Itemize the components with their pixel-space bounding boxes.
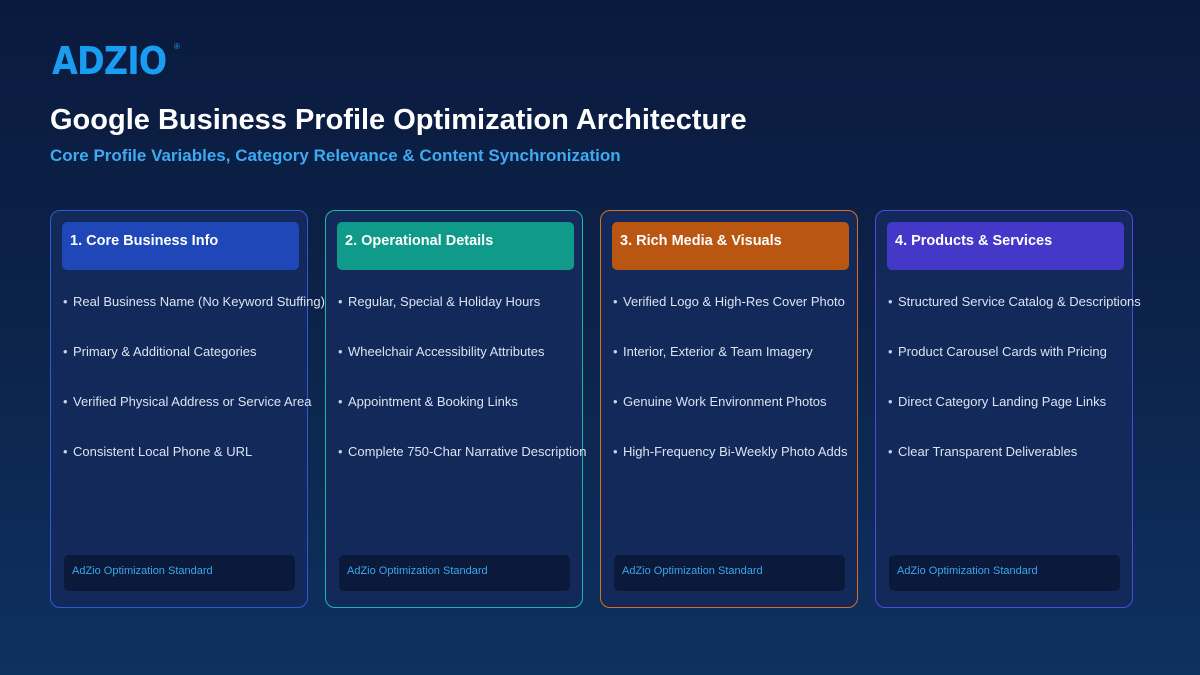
bullet-icon: • (888, 394, 893, 409)
logo-wordmark: ADZIO (52, 39, 167, 83)
adzio-logo: ADZIO ® (52, 40, 180, 82)
list-item-text: Interior, Exterior & Team Imagery (623, 344, 813, 359)
list-item-text: Clear Transparent Deliverables (898, 444, 1078, 459)
bullet-icon: • (888, 294, 893, 309)
bullet-icon: • (613, 294, 618, 309)
list-item-text: Complete 750-Char Narrative Description (348, 444, 587, 459)
list-item: • Complete 750-Char Narrative Description (338, 441, 638, 491)
list-item: • Verified Logo & High-Res Cover Photo (613, 291, 913, 341)
list-item-text: High-Frequency Bi-Weekly Photo Adds (623, 444, 848, 459)
card-operational-details: 2. Operational Details • Regular, Special… (325, 210, 586, 608)
list-item-text: Appointment & Booking Links (348, 394, 518, 409)
card-footer: AdZio Optimization Standard (339, 555, 570, 591)
bullet-icon: • (63, 294, 68, 309)
list-item: • Regular, Special & Holiday Hours (338, 291, 638, 341)
card-header: 1. Core Business Info (62, 222, 299, 270)
page-subtitle: Core Profile Variables, Category Relevan… (50, 146, 621, 165)
list-item: • Structured Service Catalog & Descriptio… (888, 291, 1188, 341)
bullet-icon: • (338, 394, 343, 409)
bullet-icon: • (888, 344, 893, 359)
page-title: Google Business Profile Optimization Arc… (50, 104, 747, 136)
list-item: • Real Business Name (No Keyword Stuffing… (63, 291, 363, 341)
list-item-text: Structured Service Catalog & Description… (898, 294, 1141, 309)
list-item: • Direct Category Landing Page Links (888, 391, 1188, 441)
card-item-list: • Verified Logo & High-Res Cover Photo • I… (613, 291, 913, 491)
card-item-list: • Structured Service Catalog & Descriptio… (888, 291, 1188, 491)
list-item: • Product Carousel Cards with Pricing (888, 341, 1188, 391)
list-item: • Appointment & Booking Links (338, 391, 638, 441)
list-item-text: Genuine Work Environment Photos (623, 394, 827, 409)
list-item-text: Verified Physical Address or Service Are… (73, 394, 312, 409)
bullet-icon: • (338, 294, 343, 309)
list-item: • Clear Transparent Deliverables (888, 441, 1188, 491)
registered-mark: ® (173, 42, 180, 51)
list-item-text: Product Carousel Cards with Pricing (898, 344, 1107, 359)
list-item: • Verified Physical Address or Service Ar… (63, 391, 363, 441)
card-products-services: 4. Products & Services • Structured Servi… (875, 210, 1141, 608)
list-item-text: Regular, Special & Holiday Hours (348, 294, 541, 309)
bullet-icon: • (63, 394, 68, 409)
card-rich-media-visuals: 3. Rich Media & Visuals • Verified Logo &… (600, 210, 858, 608)
bullet-icon: • (338, 444, 343, 459)
list-item-text: Consistent Local Phone & URL (73, 444, 253, 459)
list-item: • Genuine Work Environment Photos (613, 391, 913, 441)
list-item: • Wheelchair Accessibility Attributes (338, 341, 638, 391)
card-footer: AdZio Optimization Standard (889, 555, 1120, 591)
bullet-icon: • (613, 344, 618, 359)
list-item-text: Real Business Name (No Keyword Stuffing) (73, 294, 325, 309)
bullet-icon: • (613, 444, 618, 459)
list-item: • Interior, Exterior & Team Imagery (613, 341, 913, 391)
card-footer: AdZio Optimization Standard (614, 555, 845, 591)
list-item: • High-Frequency Bi-Weekly Photo Adds (613, 441, 913, 491)
list-item-text: Primary & Additional Categories (73, 344, 257, 359)
card-core-business-info: 1. Core Business Info • Real Business Nam… (50, 210, 325, 608)
bullet-icon: • (63, 444, 68, 459)
list-item-text: Verified Logo & High-Res Cover Photo (623, 294, 845, 309)
card-header: 4. Products & Services (887, 222, 1124, 270)
card-header: 3. Rich Media & Visuals (612, 222, 849, 270)
bullet-icon: • (888, 444, 893, 459)
bullet-icon: • (613, 394, 618, 409)
card-header: 2. Operational Details (337, 222, 574, 270)
list-item: • Consistent Local Phone & URL (63, 441, 363, 491)
bullet-icon: • (63, 344, 68, 359)
card-item-list: • Real Business Name (No Keyword Stuffing… (63, 291, 363, 491)
list-item-text: Direct Category Landing Page Links (898, 394, 1107, 409)
card-footer: AdZio Optimization Standard (64, 555, 295, 591)
bullet-icon: • (338, 344, 343, 359)
card-item-list: • Regular, Special & Holiday Hours • Wheel… (338, 291, 638, 491)
list-item: • Primary & Additional Categories (63, 341, 363, 391)
list-item-text: Wheelchair Accessibility Attributes (348, 344, 545, 359)
